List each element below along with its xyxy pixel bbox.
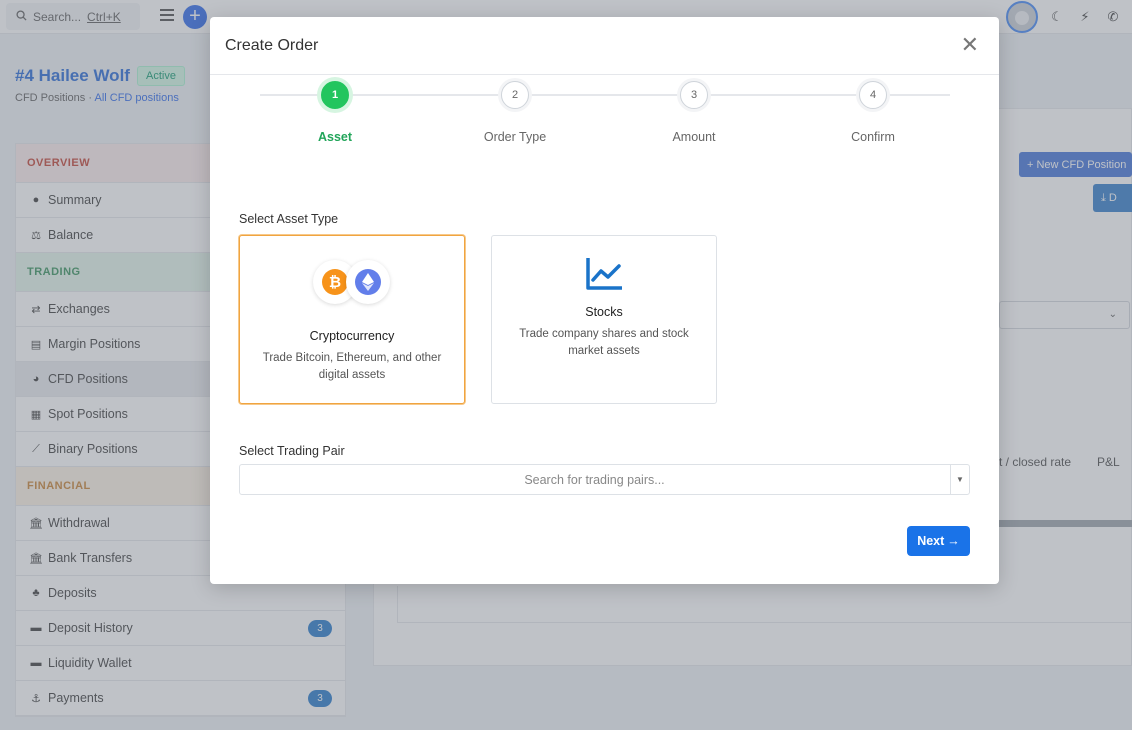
line-chart-icon [584,256,624,292]
trading-pair-select[interactable]: Search for trading pairs... ▼ [239,464,970,495]
step-label: Order Type [483,130,547,144]
asset-type-label: Select Asset Type [239,212,339,226]
modal-header: Create Order ✕ [210,17,999,75]
next-label: Next [917,534,945,548]
asset-option-crypto[interactable]: ₿ Cryptocurrency Trade Bitcoin, Ethereum… [239,235,465,404]
step-label: Confirm [851,130,895,144]
crypto-icons: ₿ [313,260,391,304]
step-amount[interactable]: 3 Amount [624,81,764,144]
step-number: 1 [321,81,349,109]
arrow-right-icon: → [947,534,960,548]
step-label: Asset [317,130,353,144]
step-number: 4 [859,81,887,109]
trading-pair-label: Select Trading Pair [239,444,345,458]
step-number: 3 [680,81,708,109]
trading-pair-placeholder: Search for trading pairs... [524,473,665,487]
close-icon[interactable]: ✕ [961,34,979,56]
asset-option-description: Trade company shares and stock market as… [519,328,689,357]
step-number: 2 [501,81,529,109]
next-button[interactable]: Next → [907,526,970,556]
step-label: Amount [672,130,716,144]
step-order-type[interactable]: 2 Order Type [445,81,585,144]
asset-option-title: Cryptocurrency [309,329,395,343]
caret-down-icon[interactable]: ▼ [950,465,969,494]
asset-option-description: Trade Bitcoin, Ethereum, and other digit… [262,352,442,381]
asset-option-stocks[interactable]: Stocks Trade company shares and stock ma… [491,235,717,404]
asset-option-title: Stocks [585,305,623,319]
ethereum-icon [346,260,390,304]
modal-title: Create Order [225,37,319,54]
create-order-modal: Create Order ✕ 1 Asset 2 Order Type 3 Am… [210,17,999,584]
step-asset[interactable]: 1 Asset [265,81,405,144]
step-confirm[interactable]: 4 Confirm [803,81,943,144]
